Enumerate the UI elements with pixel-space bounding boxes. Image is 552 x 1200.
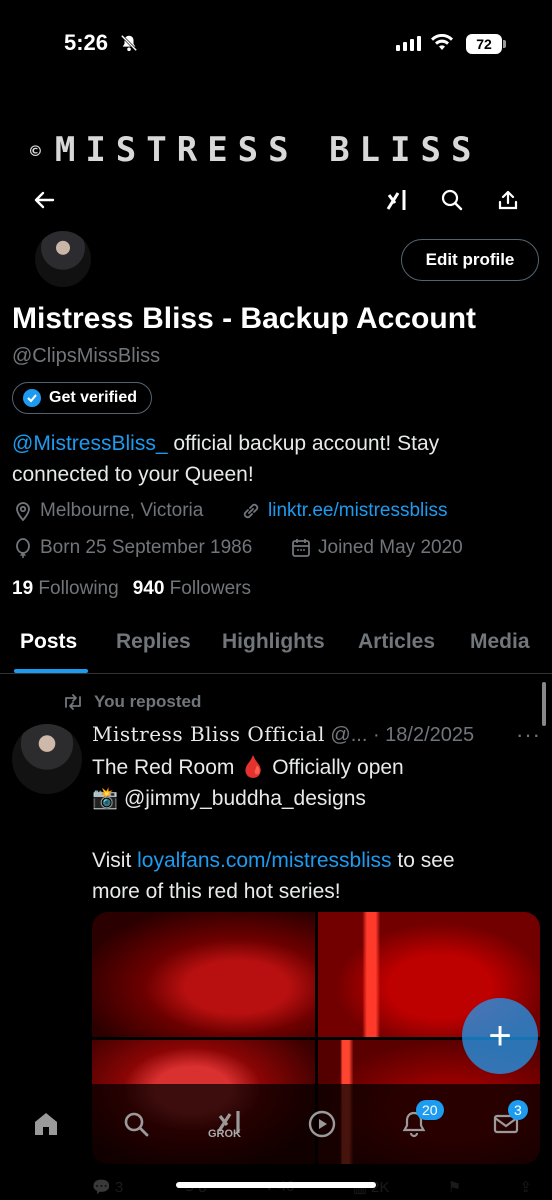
compose-post-button[interactable]: +: [462, 998, 538, 1074]
back-button[interactable]: [28, 184, 60, 216]
grok-nav-label: GROK: [208, 1128, 241, 1140]
search-icon: [441, 189, 463, 211]
born-text: Born 25 September 1986: [40, 537, 253, 558]
website-meta[interactable]: linktr.ee/mistressbliss: [240, 500, 448, 522]
play-circle-icon: [308, 1110, 336, 1138]
nav-search[interactable]: [116, 1104, 156, 1144]
post-author-name[interactable]: Mistress Bliss Official: [92, 722, 325, 746]
post-text: The Red Room 🩸 Officially open 📸 @jimmy_…: [92, 752, 542, 907]
notifications-badge: 20: [416, 1100, 444, 1120]
profile-avatar[interactable]: [32, 228, 94, 290]
share-icon: [498, 190, 518, 210]
post-line-2: 📸 @jimmy_buddha_designs: [92, 787, 366, 810]
follow-counts: 19 Following 940 Followers: [12, 578, 251, 600]
post-line-4: more of this red hot series!: [92, 880, 341, 903]
followers-link[interactable]: 940 Followers: [133, 578, 251, 600]
repost-label: You reposted: [94, 692, 202, 711]
home-indicator[interactable]: [176, 1182, 376, 1188]
search-nav-icon: [124, 1112, 149, 1137]
edit-profile-button[interactable]: Edit profile: [401, 239, 539, 281]
grok-icon: [386, 190, 406, 210]
followers-label: Followers: [169, 578, 251, 599]
wifi-icon: [431, 34, 453, 50]
link-icon: [243, 503, 259, 519]
tab-media[interactable]: Media: [470, 630, 530, 654]
post-line-1: The Red Room 🩸 Officially open: [92, 756, 404, 779]
repost-icon: [65, 694, 81, 710]
battery-indicator: 72: [466, 34, 506, 54]
banner-text: MISTRESS BLISS: [54, 130, 482, 170]
status-time: 5:26: [64, 30, 109, 55]
location-text: Melbourne, Victoria: [40, 500, 204, 521]
banner-copyright: ©: [30, 141, 41, 162]
arrow-left-icon: [34, 191, 55, 209]
tab-highlights[interactable]: Highlights: [222, 630, 325, 654]
search-button[interactable]: [436, 184, 468, 216]
following-count: 19: [12, 578, 34, 599]
location-pin-icon: [16, 502, 30, 522]
website-link[interactable]: linktr.ee/mistressbliss: [268, 500, 448, 522]
post-link[interactable]: loyalfans.com/mistressbliss: [137, 849, 391, 872]
grok-button[interactable]: [382, 184, 414, 216]
active-tab-indicator: [14, 669, 88, 673]
post-author-handle[interactable]: @...: [325, 724, 367, 746]
post-blank-line: [92, 814, 542, 845]
nav-video[interactable]: [302, 1104, 342, 1144]
post-line-3-prefix: Visit: [92, 849, 138, 872]
home-icon: [35, 1113, 57, 1135]
post-more-button[interactable]: ···: [516, 722, 541, 748]
tab-articles[interactable]: Articles: [358, 630, 435, 654]
birthday-meta: Born 25 September 1986: [12, 537, 252, 559]
get-verified-label: Get verified: [49, 389, 138, 406]
media-image-1[interactable]: [92, 912, 315, 1037]
bell-off-icon: [120, 34, 138, 52]
post-line-3: Visit loyalfans.com/mistressbliss to see: [92, 845, 542, 876]
display-name: Mistress Bliss - Backup Account: [12, 302, 477, 335]
get-verified-button[interactable]: Get verified: [12, 382, 153, 414]
cellular-signal-icon: [396, 36, 421, 51]
profile-tabs: Posts Replies Highlights Articles Media: [0, 620, 552, 674]
scrollbar[interactable]: [542, 682, 546, 726]
messages-badge: 3: [508, 1100, 528, 1120]
post-date[interactable]: · 18/2/2025: [367, 724, 474, 746]
tab-posts[interactable]: Posts: [20, 630, 77, 654]
tab-replies[interactable]: Replies: [116, 630, 191, 654]
calendar-icon: [292, 539, 310, 557]
repost-context: You reposted: [62, 692, 201, 712]
post-header: Mistress Bliss Official @... · 18/2/2025: [92, 722, 474, 747]
joined-text: Joined May 2020: [318, 537, 463, 558]
verified-badge-icon: [23, 389, 41, 407]
share-button[interactable]: [492, 184, 524, 216]
post-line-3-suffix: to see: [391, 849, 455, 872]
nav-home[interactable]: [26, 1104, 66, 1144]
banner-title: © MISTRESS BLISS: [30, 130, 481, 170]
profile-bio: @MistressBliss_ official backup account!…: [12, 428, 532, 490]
bio-mention-link[interactable]: @MistressBliss_: [12, 432, 168, 455]
location-meta: Melbourne, Victoria: [12, 500, 203, 522]
following-label: Following: [38, 578, 119, 599]
profile-handle: @ClipsMissBliss: [12, 345, 161, 367]
balloon-icon: [16, 538, 30, 558]
post-avatar[interactable]: [12, 724, 82, 794]
following-link[interactable]: 19 Following: [12, 578, 119, 600]
followers-count: 940: [132, 578, 165, 599]
joined-meta: Joined May 2020: [290, 537, 463, 559]
